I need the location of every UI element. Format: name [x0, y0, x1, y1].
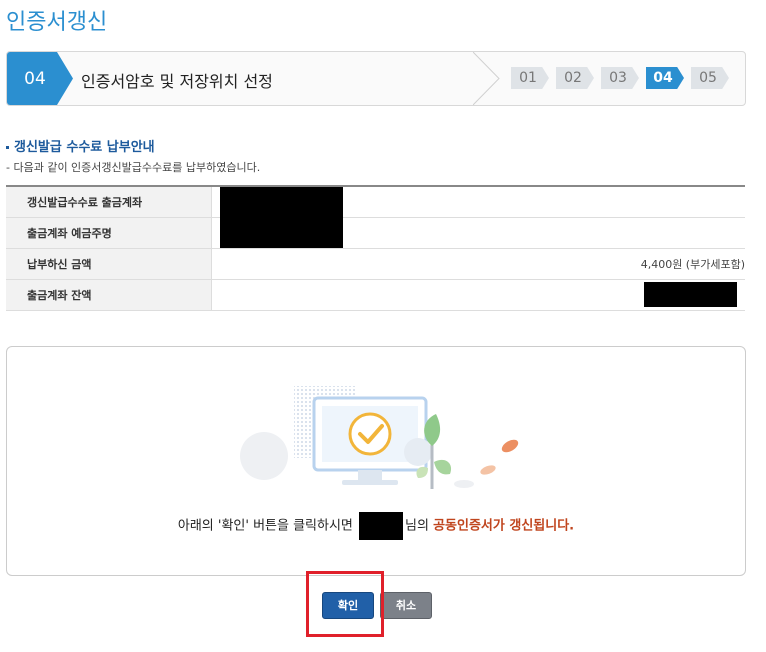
redacted-block [219, 216, 343, 248]
certificate-illustration [232, 384, 532, 494]
row-label-amount: 납부하신 금액 [6, 248, 212, 280]
fee-section-heading: 갱신발급 수수료 납부안내 [6, 136, 155, 155]
current-step-number: 04 [24, 69, 46, 89]
row-label-account: 갱신발급수수료 출금계좌 [6, 186, 212, 218]
table-row: 출금계좌 잔액 [6, 279, 745, 311]
step-02: 02 [556, 67, 594, 89]
row-value-balance [211, 279, 745, 311]
notice-prefix: 아래의 '확인' 버튼을 클릭하시면 [177, 518, 353, 534]
redacted-user-name [359, 512, 404, 540]
cancel-button[interactable]: 취소 [380, 592, 432, 619]
row-value-holder [211, 216, 745, 249]
page-title: 인증서갱신 [6, 10, 108, 35]
step-bar: 04 인증서암호 및 저장위치 선정 01 02 03 04 05 [6, 51, 746, 106]
step-separator [472, 52, 503, 105]
fee-section-heading-text: 갱신발급 수수료 납부안내 [14, 140, 155, 155]
fee-section-description: - 다음과 같이 인증서갱신발급수수료를 납부하였습니다. [6, 161, 261, 174]
row-value-amount: 4,400원 (부가세포함) [211, 248, 745, 280]
step-05: 05 [691, 67, 729, 89]
step-01: 01 [511, 67, 549, 89]
row-label-balance: 출금계좌 잔액 [6, 279, 212, 311]
bullet-icon [6, 146, 9, 149]
redacted-block [219, 187, 343, 218]
current-step-badge: 04 [7, 52, 73, 105]
annotation-highlight-box [306, 571, 384, 637]
renewal-notice-box: 아래의 '확인' 버튼을 클릭하시면 님의 공동인증서가 갱신됩니다. [6, 346, 746, 576]
table-row: 납부하신 금액 4,400원 (부가세포함) [6, 248, 745, 280]
redacted-block [643, 282, 737, 307]
notice-highlight: 공동인증서가 갱신됩니다. [433, 518, 575, 534]
fee-info-table: 갱신발급수수료 출금계좌 출금계좌 예금주명 납부하신 금액 4,400원 (부… [6, 185, 745, 311]
current-step-title: 인증서암호 및 저장위치 선정 [81, 72, 273, 91]
step-03: 03 [601, 67, 639, 89]
table-row: 갱신발급수수료 출금계좌 [6, 186, 745, 218]
row-value-account [211, 186, 745, 218]
step-04-active: 04 [646, 67, 684, 89]
renewal-notice-text: 아래의 '확인' 버튼을 클릭하시면 님의 공동인증서가 갱신됩니다. [7, 512, 745, 540]
step-indicator: 01 02 03 04 05 [511, 67, 736, 89]
notice-middle: 님의 [405, 518, 429, 534]
table-row: 출금계좌 예금주명 [6, 216, 745, 249]
row-label-holder: 출금계좌 예금주명 [6, 217, 212, 249]
